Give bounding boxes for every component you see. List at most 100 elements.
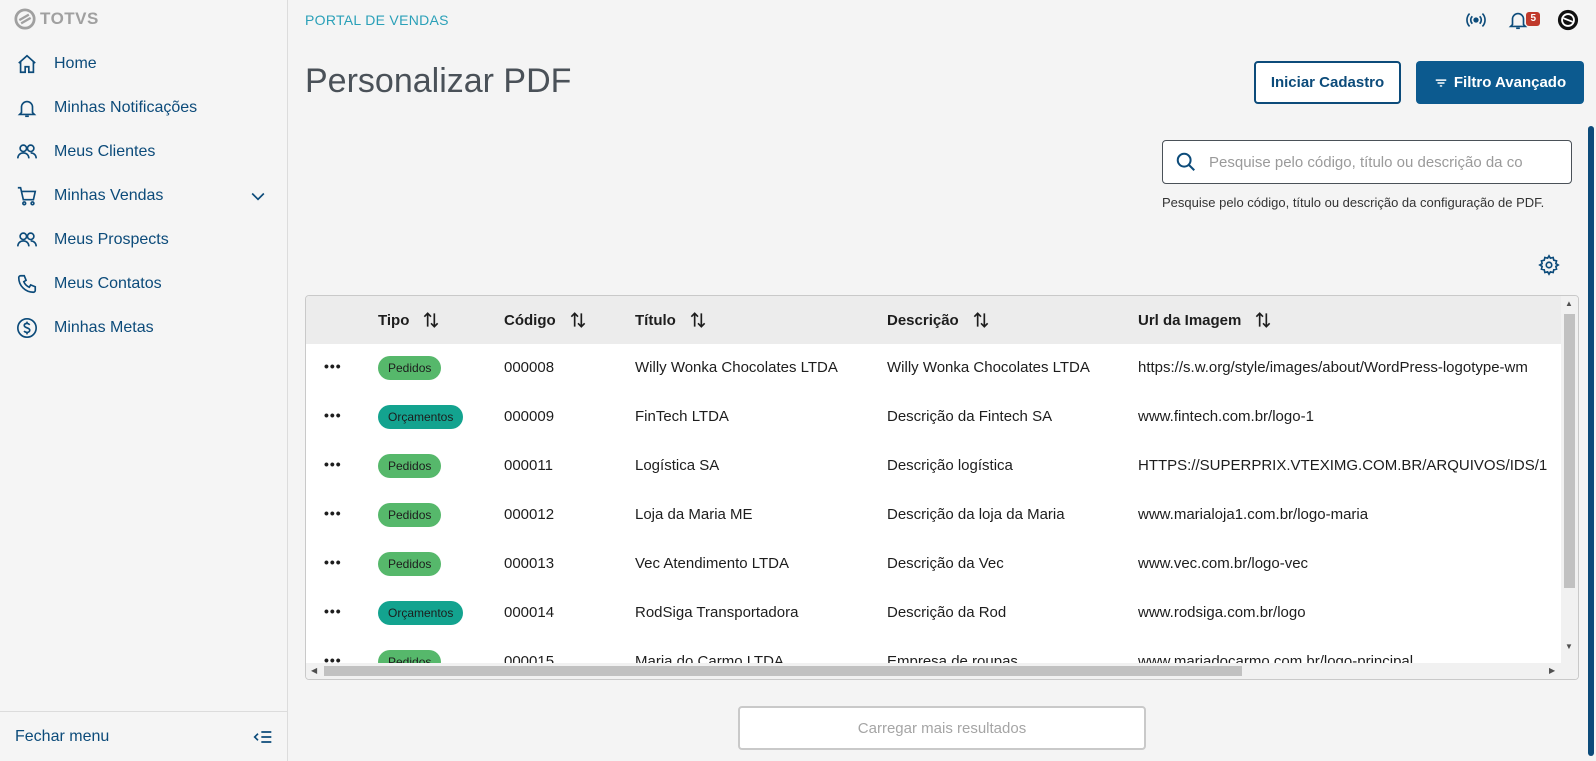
sidebar-item-clientes[interactable]: Meus Clientes: [0, 130, 288, 174]
sort-icon[interactable]: [688, 310, 708, 330]
sidebar-item-label: Minhas Vendas: [54, 187, 164, 204]
collapse-menu-icon: [253, 730, 272, 743]
search-help-text: Pesquise pelo código, título ou descriçã…: [1162, 195, 1545, 210]
cell-titulo: RodSiga Transportadora: [635, 604, 799, 621]
start-registration-button[interactable]: Iniciar Cadastro: [1254, 61, 1401, 104]
user-avatar-button[interactable]: [1556, 8, 1580, 32]
table-horizontal-scrollbar[interactable]: ◀ ▶: [306, 663, 1563, 679]
scroll-left-arrow-icon[interactable]: ◀: [311, 666, 317, 675]
sidebar-item-label: Meus Prospects: [54, 231, 169, 248]
sidebar-item-label: Minhas Notificações: [54, 99, 198, 116]
sort-icon[interactable]: [971, 310, 991, 330]
advanced-filter-button[interactable]: Filtro Avançado: [1416, 61, 1584, 104]
row-actions-button[interactable]: •••: [324, 358, 342, 374]
cell-codigo: 000008: [504, 359, 555, 376]
sidebar-item-contatos[interactable]: Meus Contatos: [0, 262, 288, 306]
column-header-tipo[interactable]: Tipo: [378, 310, 441, 330]
cell-url: www.marialoja1.com.br/logo-maria: [1138, 506, 1369, 523]
table-row: ••• Pedidos 000011 Logística SA Descriçã…: [306, 442, 1578, 491]
sidebar: TOTVS Home Minhas Notificações Meus Clie…: [0, 0, 288, 761]
sidebar-item-notificacoes[interactable]: Minhas Notificações: [0, 86, 288, 130]
scroll-down-arrow-icon[interactable]: ▼: [1565, 642, 1573, 651]
sidebar-item-metas[interactable]: Minhas Metas: [0, 306, 288, 350]
totvs-logo[interactable]: TOTVS: [14, 8, 99, 30]
row-actions-button[interactable]: •••: [324, 407, 342, 423]
cell-descricao: Descrição da Rod: [887, 604, 1007, 621]
row-actions-button[interactable]: •••: [324, 456, 342, 472]
sidebar-item-prospects[interactable]: Meus Prospects: [0, 218, 288, 262]
type-tag: Orçamentos: [378, 601, 464, 625]
row-actions-button[interactable]: •••: [324, 505, 342, 521]
sort-icon[interactable]: [568, 310, 588, 330]
type-tag: Pedidos: [378, 552, 442, 576]
header-actions: 5: [1464, 8, 1580, 32]
sidebar-item-vendas[interactable]: Minhas Vendas: [0, 174, 288, 218]
sidebar-item-label: Home: [54, 55, 97, 72]
cell-descricao: Descrição logística: [887, 457, 1013, 474]
cell-url: https://s.w.org/style/images/about/WordP…: [1138, 359, 1528, 376]
load-more-button[interactable]: Carregar mais resultados: [738, 706, 1146, 750]
sort-icon[interactable]: [421, 310, 441, 330]
logo-text: TOTVS: [40, 9, 99, 28]
gear-icon[interactable]: [1538, 254, 1560, 276]
advanced-filter-label: Filtro Avançado: [1453, 74, 1567, 91]
vertical-scroll-thumb[interactable]: [1564, 314, 1575, 588]
phone-icon: [15, 272, 39, 296]
portal-title: PORTAL DE VENDAS: [305, 12, 449, 28]
bell-icon: [15, 96, 39, 120]
sidebar-item-home[interactable]: Home: [0, 42, 288, 86]
cell-url: www.vec.com.br/logo-vec: [1138, 555, 1309, 572]
cell-descricao: Willy Wonka Chocolates LTDA: [887, 359, 1090, 376]
search-icon: [1176, 152, 1195, 171]
totvs-logo-icon: [14, 8, 36, 30]
filter-icon: [1435, 78, 1447, 87]
row-actions-button[interactable]: •••: [324, 603, 342, 619]
connection-status-button[interactable]: [1464, 8, 1488, 32]
cell-codigo: 000014: [504, 604, 555, 621]
page-scrollbar[interactable]: [1586, 120, 1596, 761]
column-header-titulo[interactable]: Título: [635, 310, 708, 330]
scroll-right-arrow-icon[interactable]: ▶: [1549, 666, 1555, 675]
table-vertical-scrollbar[interactable]: ▲ ▼: [1561, 296, 1578, 679]
sidebar-nav: Home Minhas Notificações Meus Clientes M…: [0, 42, 288, 350]
users-icon: [15, 228, 39, 252]
notification-badge: 5: [1526, 12, 1540, 26]
sidebar-item-label: Meus Clientes: [54, 143, 156, 160]
page-scroll-thumb[interactable]: [1588, 126, 1594, 756]
page-title: Personalizar PDF: [305, 62, 572, 100]
column-header-url[interactable]: Url da Imagem: [1138, 310, 1273, 330]
cart-icon: [15, 184, 39, 208]
sort-icon[interactable]: [1253, 310, 1273, 330]
column-label: Tipo: [378, 311, 410, 329]
cell-titulo: Logística SA: [635, 457, 720, 474]
column-header-codigo[interactable]: Código: [504, 310, 588, 330]
table-row: ••• Pedidos 000012 Loja da Maria ME Desc…: [306, 491, 1578, 540]
type-tag: Pedidos: [378, 454, 442, 478]
cell-codigo: 000013: [504, 555, 555, 572]
cell-titulo: FinTech LTDA: [635, 408, 729, 425]
avatar-icon: [1557, 9, 1579, 31]
search-field[interactable]: [1162, 140, 1572, 184]
sidebar-item-label: Minhas Metas: [54, 319, 154, 336]
close-menu-button[interactable]: Fechar menu: [0, 711, 288, 761]
column-header-descricao[interactable]: Descrição: [887, 310, 991, 330]
column-label: Descrição: [887, 311, 959, 329]
home-icon: [15, 52, 39, 76]
dollar-icon: [15, 316, 39, 340]
column-label: Título: [635, 311, 676, 329]
pdf-config-table: Tipo Código Título Descrição Url da Imag…: [305, 295, 1579, 680]
horizontal-scroll-thumb[interactable]: [324, 666, 1242, 676]
search-input[interactable]: [1209, 153, 1549, 171]
sidebar-item-label: Meus Contatos: [54, 275, 162, 292]
notifications-button[interactable]: 5: [1506, 8, 1540, 32]
cell-descricao: Descrição da loja da Maria: [887, 506, 1065, 523]
cell-descricao: Descrição da Vec: [887, 555, 1004, 572]
cell-titulo: Vec Atendimento LTDA: [635, 555, 789, 572]
cell-codigo: 000012: [504, 506, 555, 523]
scroll-up-arrow-icon[interactable]: ▲: [1565, 299, 1573, 308]
chevron-down-icon[interactable]: [248, 186, 268, 206]
cell-descricao: Descrição da Fintech SA: [887, 408, 1053, 425]
row-actions-button[interactable]: •••: [324, 554, 342, 570]
cell-url: HTTPS://SUPERPRIX.VTEXIMG.COM.BR/ARQUIVO…: [1138, 457, 1548, 474]
cell-codigo: 000009: [504, 408, 555, 425]
